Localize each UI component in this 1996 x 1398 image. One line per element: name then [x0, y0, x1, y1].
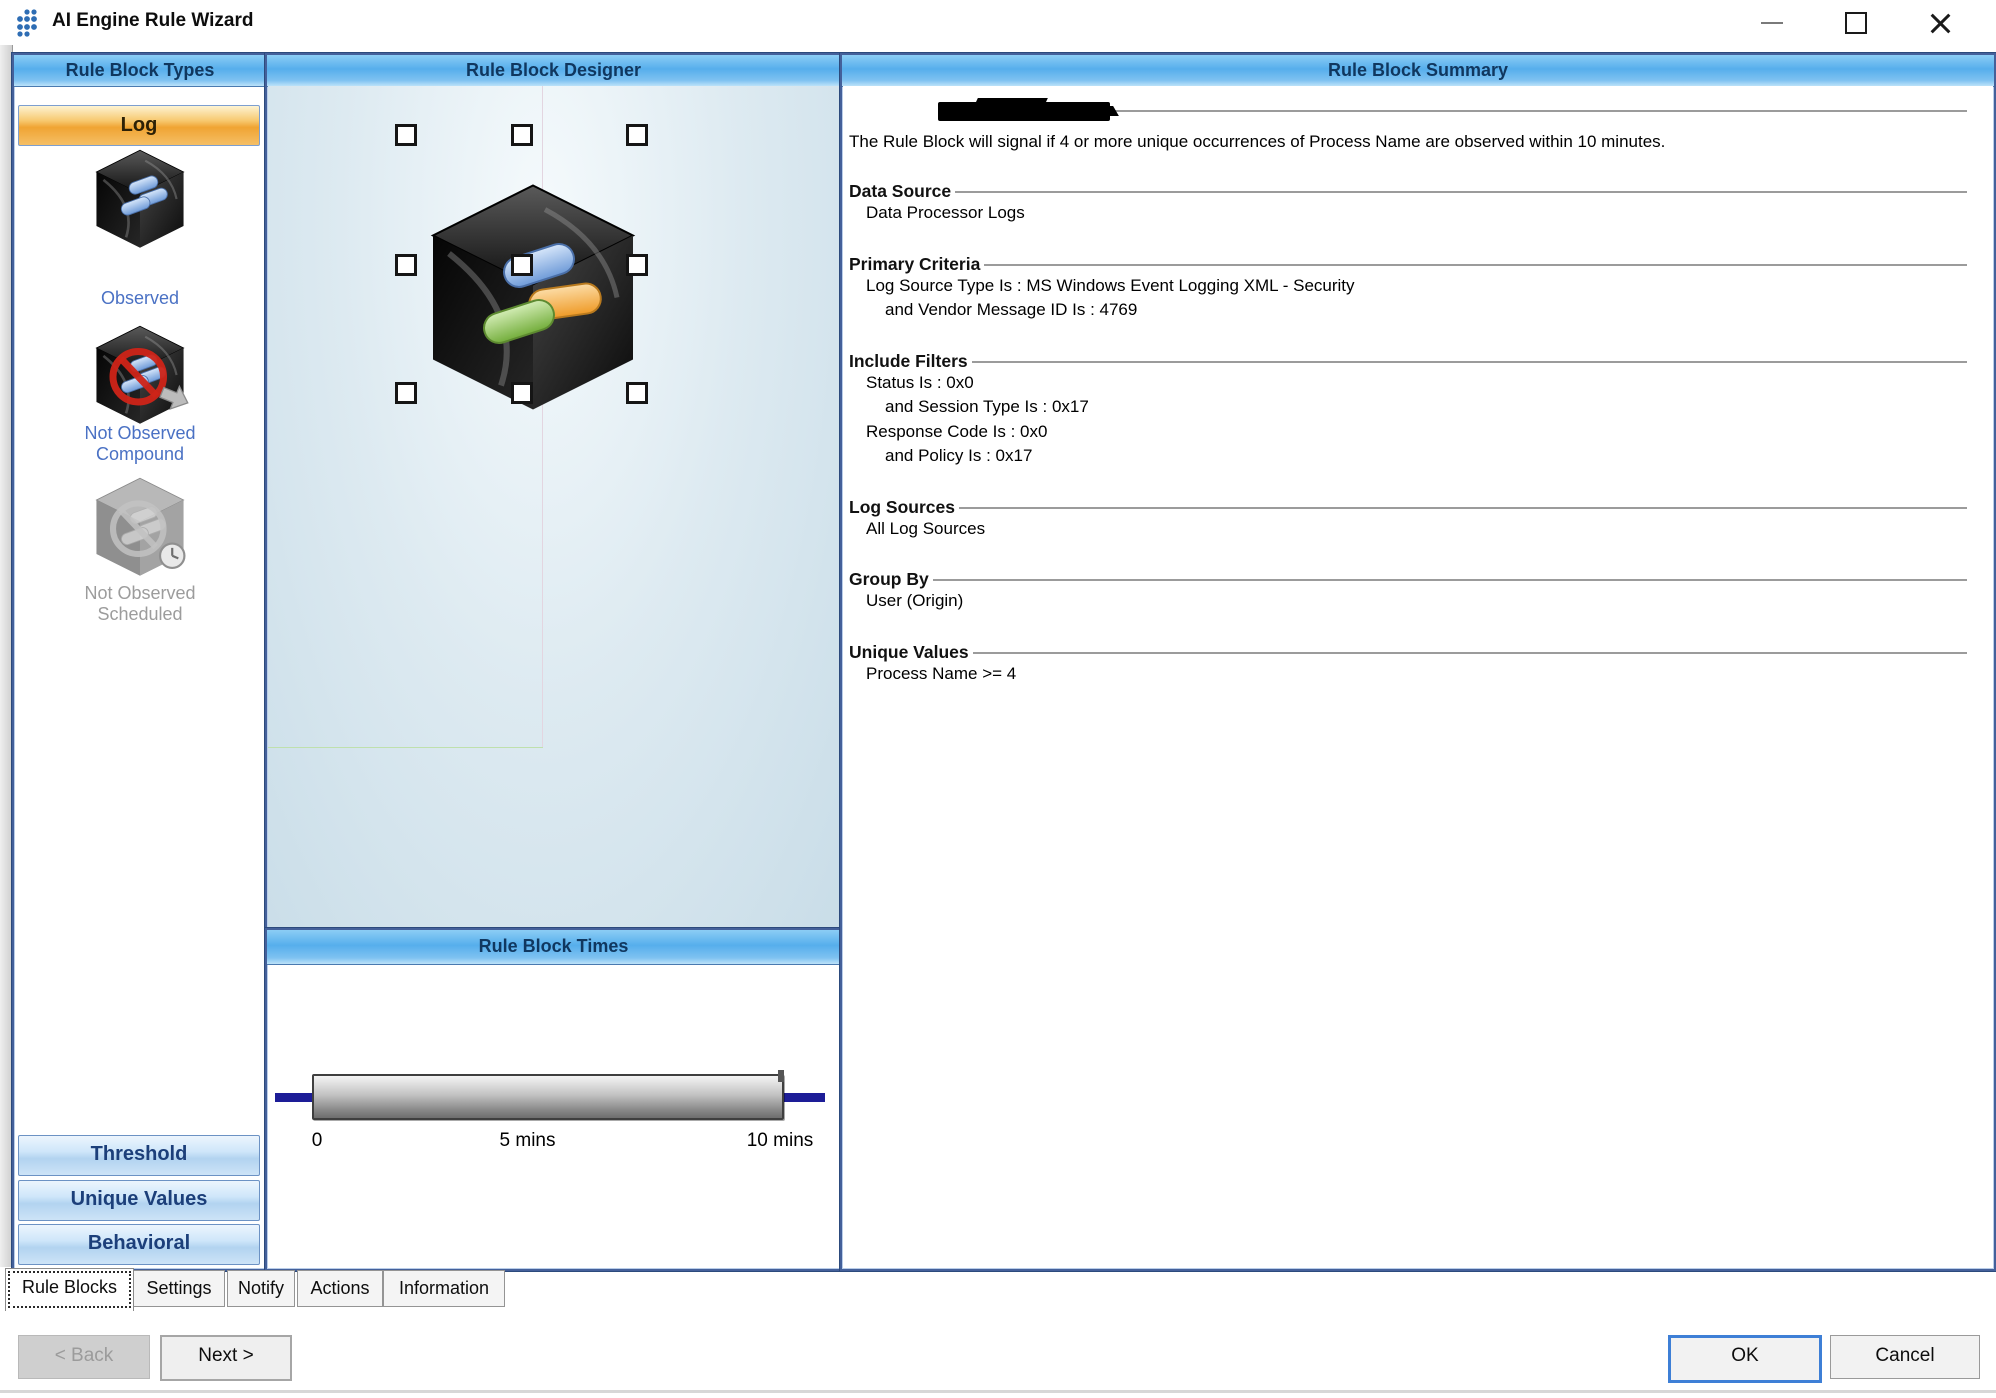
title-bar: AI Engine Rule Wizard — [0, 0, 1996, 45]
summary-section-header: Data Source — [849, 181, 1977, 201]
log-category-button[interactable]: Log — [18, 105, 260, 146]
rule-block-cube[interactable] — [413, 140, 653, 455]
bottom-divider — [0, 1390, 1996, 1393]
summary-section-include-filters: Include FiltersStatus Is : 0x0and Sessio… — [849, 351, 1977, 469]
back-button[interactable]: < Back — [18, 1335, 150, 1379]
tab-notify[interactable]: Notify — [227, 1270, 295, 1307]
summary-sections: Data SourceData Processor Logs Primary Cr… — [849, 181, 1977, 686]
summary-line: and Session Type Is : 0x17 — [849, 395, 1977, 420]
minimize-button[interactable] — [1744, 0, 1800, 45]
tab-information[interactable]: Information — [383, 1270, 505, 1307]
time-range-bar[interactable] — [312, 1074, 784, 1120]
observed-label[interactable]: Observed — [14, 288, 266, 309]
summary-line: and Policy Is : 0x17 — [849, 444, 1977, 469]
not-observed-scheduled-label-line2[interactable]: Scheduled — [14, 604, 266, 625]
summary-section-header: Log Sources — [849, 497, 1977, 517]
cancel-button[interactable]: Cancel — [1830, 1335, 1980, 1379]
summary-section-rule — [959, 507, 1967, 509]
time-tick-0: 0 — [302, 1130, 332, 1152]
summary-line: Status Is : 0x0 — [849, 371, 1977, 396]
summary-section-header: Unique Values — [849, 642, 1977, 662]
summary-line: User (Origin) — [849, 589, 1977, 614]
selection-handle-middle-left[interactable] — [395, 254, 417, 276]
rule-block-times-panel: Rule Block Times 0 5 mins 10 mins — [265, 928, 842, 1271]
maximize-button[interactable] — [1828, 0, 1884, 45]
selection-handle-bottom-center[interactable] — [511, 382, 533, 404]
tab-actions[interactable]: Actions — [297, 1270, 383, 1307]
rule-block-types-panel: Rule Block Types Log Observed Not Observ… — [12, 53, 268, 1271]
selection-handle-middle-center[interactable] — [511, 254, 533, 276]
summary-section-log-sources: Log SourcesAll Log Sources — [849, 497, 1977, 542]
summary-section-header: Primary Criteria — [849, 254, 1977, 274]
summary-section-header: Include Filters — [849, 351, 1977, 371]
designer-canvas[interactable] — [268, 86, 839, 927]
minimize-icon — [1761, 22, 1783, 24]
summary-line: Process Name >= 4 — [849, 662, 1977, 687]
summary-section-title: Group By — [849, 569, 929, 589]
summary-section-title: Data Source — [849, 181, 951, 201]
rule-block-summary-header: Rule Block Summary — [842, 55, 1994, 87]
selection-handle-middle-right[interactable] — [626, 254, 648, 276]
not-observed-compound-label-line1[interactable]: Not Observed — [14, 423, 266, 444]
summary-line: Data Processor Logs — [849, 201, 1977, 226]
summary-line: and Vendor Message ID Is : 4769 — [849, 298, 1977, 323]
not-observed-scheduled-label-line1[interactable]: Not Observed — [14, 583, 266, 604]
summary-intro-text: The Rule Block will signal if 4 or more … — [849, 131, 1977, 153]
summary-section-group-by: Group ByUser (Origin) — [849, 569, 1977, 614]
summary-line: Response Code Is : 0x0 — [849, 420, 1977, 445]
selection-handle-top-center[interactable] — [511, 124, 533, 146]
not-observed-compound-label-line2[interactable]: Compound — [14, 444, 266, 465]
summary-section-title: Log Sources — [849, 497, 955, 517]
not-observed-scheduled-cube-icon[interactable] — [72, 473, 208, 581]
rule-block-designer-header: Rule Block Designer — [267, 55, 840, 87]
ok-button[interactable]: OK — [1668, 1335, 1822, 1383]
summary-section-rule — [984, 264, 1967, 266]
rule-block-types-header: Rule Block Types — [14, 55, 266, 87]
rule-block-designer-panel: Rule Block Designer — [265, 53, 842, 930]
time-tick-10: 10 mins — [725, 1130, 835, 1152]
summary-section-title: Primary Criteria — [849, 254, 980, 274]
summary-section-rule — [973, 652, 1967, 654]
tab-rule-blocks[interactable]: Rule Blocks — [5, 1268, 134, 1311]
summary-line: Log Source Type Is : MS Windows Event Lo… — [849, 274, 1977, 299]
summary-section-rule — [972, 361, 1967, 363]
summary-section-rule — [955, 191, 1967, 193]
not-observed-compound-cube-icon[interactable] — [72, 321, 208, 429]
redacted-title-bar — [938, 102, 1110, 121]
summary-section-data-source: Data SourceData Processor Logs — [849, 181, 1977, 226]
summary-title-rule — [1114, 110, 1967, 112]
summary-body: The Rule Block will signal if 4 or more … — [843, 86, 1993, 1268]
rule-block-summary-panel: Rule Block Summary The Rule Block will s… — [840, 53, 1996, 1271]
time-tick-5: 5 mins — [480, 1130, 575, 1152]
wizard-tab-bar: Rule BlocksSettingsNotifyActionsInformat… — [0, 1270, 1996, 1318]
maximize-icon — [1845, 12, 1867, 34]
summary-section-title: Include Filters — [849, 351, 968, 371]
summary-section-header: Group By — [849, 569, 1977, 589]
close-icon — [1929, 12, 1951, 34]
summary-section-rule — [933, 579, 1967, 581]
summary-section-primary-criteria: Primary CriteriaLog Source Type Is : MS … — [849, 254, 1977, 323]
summary-title-row — [849, 100, 1977, 122]
threshold-category-button[interactable]: Threshold — [18, 1135, 260, 1176]
app-icon — [14, 7, 46, 39]
summary-section-unique-values: Unique ValuesProcess Name >= 4 — [849, 642, 1977, 687]
close-button[interactable] — [1912, 0, 1968, 45]
selection-handle-bottom-right[interactable] — [626, 382, 648, 404]
summary-line: All Log Sources — [849, 517, 1977, 542]
next-button[interactable]: Next > — [160, 1335, 292, 1381]
selection-handle-top-right[interactable] — [626, 124, 648, 146]
rule-block-times-header: Rule Block Times — [267, 930, 840, 965]
selection-handle-bottom-left[interactable] — [395, 382, 417, 404]
observed-cube-icon[interactable] — [72, 145, 208, 253]
tab-settings[interactable]: Settings — [133, 1270, 225, 1307]
unique-values-category-button[interactable]: Unique Values — [18, 1180, 260, 1221]
selection-handle-top-left[interactable] — [395, 124, 417, 146]
designer-gridline-horizontal — [268, 747, 543, 748]
summary-section-title: Unique Values — [849, 642, 969, 662]
window-title: AI Engine Rule Wizard — [52, 10, 253, 32]
behavioral-category-button[interactable]: Behavioral — [18, 1224, 260, 1265]
